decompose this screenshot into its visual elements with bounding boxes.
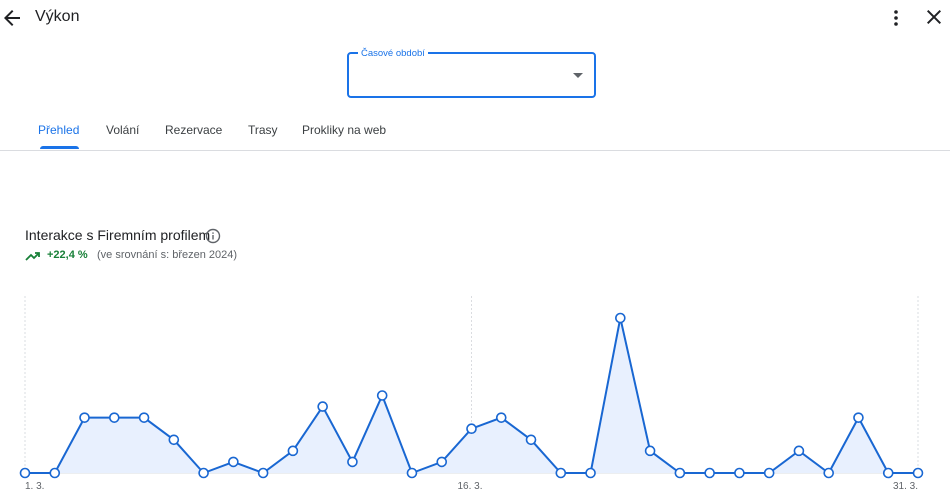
data-point[interactable]	[287, 445, 299, 457]
tab-overview[interactable]: Přehled	[38, 123, 79, 137]
x-tick-label: 31. 3.	[893, 481, 918, 492]
active-tab-indicator	[40, 146, 79, 149]
data-point[interactable]	[138, 412, 150, 423]
data-point[interactable]	[585, 467, 596, 479]
close-icon	[927, 10, 941, 24]
data-point[interactable]	[49, 467, 61, 479]
data-point[interactable]	[912, 467, 924, 479]
more-vert-icon	[894, 10, 898, 26]
data-point[interactable]	[228, 456, 239, 468]
tab-calls[interactable]: Volání	[106, 123, 139, 137]
info-icon[interactable]	[205, 228, 221, 244]
chart-title: Interakce s Firemním profilem	[25, 227, 211, 243]
data-point[interactable]	[704, 467, 715, 479]
period-select[interactable]: Časové období	[347, 48, 596, 98]
more-options-button[interactable]	[884, 6, 908, 30]
data-point[interactable]	[257, 467, 269, 479]
data-point[interactable]	[853, 412, 864, 423]
data-point[interactable]	[793, 445, 805, 457]
data-point[interactable]	[674, 467, 686, 479]
data-point[interactable]	[615, 312, 626, 324]
data-point[interactable]	[436, 456, 448, 468]
back-button[interactable]	[0, 6, 24, 30]
top-bar: Výkon	[0, 0, 950, 36]
change-value: +22,4 %	[47, 249, 88, 261]
data-point[interactable]	[79, 412, 90, 423]
data-point[interactable]	[109, 412, 120, 423]
data-point[interactable]	[555, 467, 567, 479]
close-button[interactable]	[922, 5, 946, 29]
data-point[interactable]	[882, 467, 894, 479]
data-point[interactable]	[466, 423, 477, 435]
comparison-text: (ve srovnání s: březen 2024)	[97, 249, 238, 261]
tab-directions[interactable]: Trasy	[248, 123, 278, 137]
data-point[interactable]	[198, 467, 209, 479]
data-point[interactable]	[495, 412, 507, 423]
data-point[interactable]	[168, 434, 180, 446]
data-point[interactable]	[763, 467, 775, 479]
period-select-box[interactable]: Časové období	[347, 48, 596, 98]
tab-website-clicks[interactable]: Prokliky na web	[302, 123, 386, 137]
data-point[interactable]	[525, 434, 537, 446]
data-point[interactable]	[734, 467, 745, 479]
data-point[interactable]	[347, 456, 358, 468]
tab-bar: Přehled Volání Rezervace Trasy Prokliky …	[0, 113, 950, 151]
data-point[interactable]	[376, 390, 388, 401]
interactions-chart: 1. 3. 16. 3. 31. 3.	[19, 296, 924, 492]
arrow-back-icon	[4, 10, 20, 26]
period-select-label: Časové období	[358, 48, 428, 60]
x-tick-label: 1. 3.	[25, 481, 44, 492]
x-tick-label: 16. 3.	[458, 481, 483, 492]
page-title: Výkon	[35, 8, 80, 25]
data-point[interactable]	[406, 467, 418, 479]
dropdown-arrow-icon	[573, 73, 583, 78]
tab-bookings[interactable]: Rezervace	[165, 123, 222, 137]
data-point[interactable]	[317, 401, 328, 412]
data-point[interactable]	[644, 445, 656, 457]
data-point[interactable]	[19, 467, 31, 479]
data-point[interactable]	[823, 467, 835, 479]
trending-up-icon	[25, 252, 40, 261]
